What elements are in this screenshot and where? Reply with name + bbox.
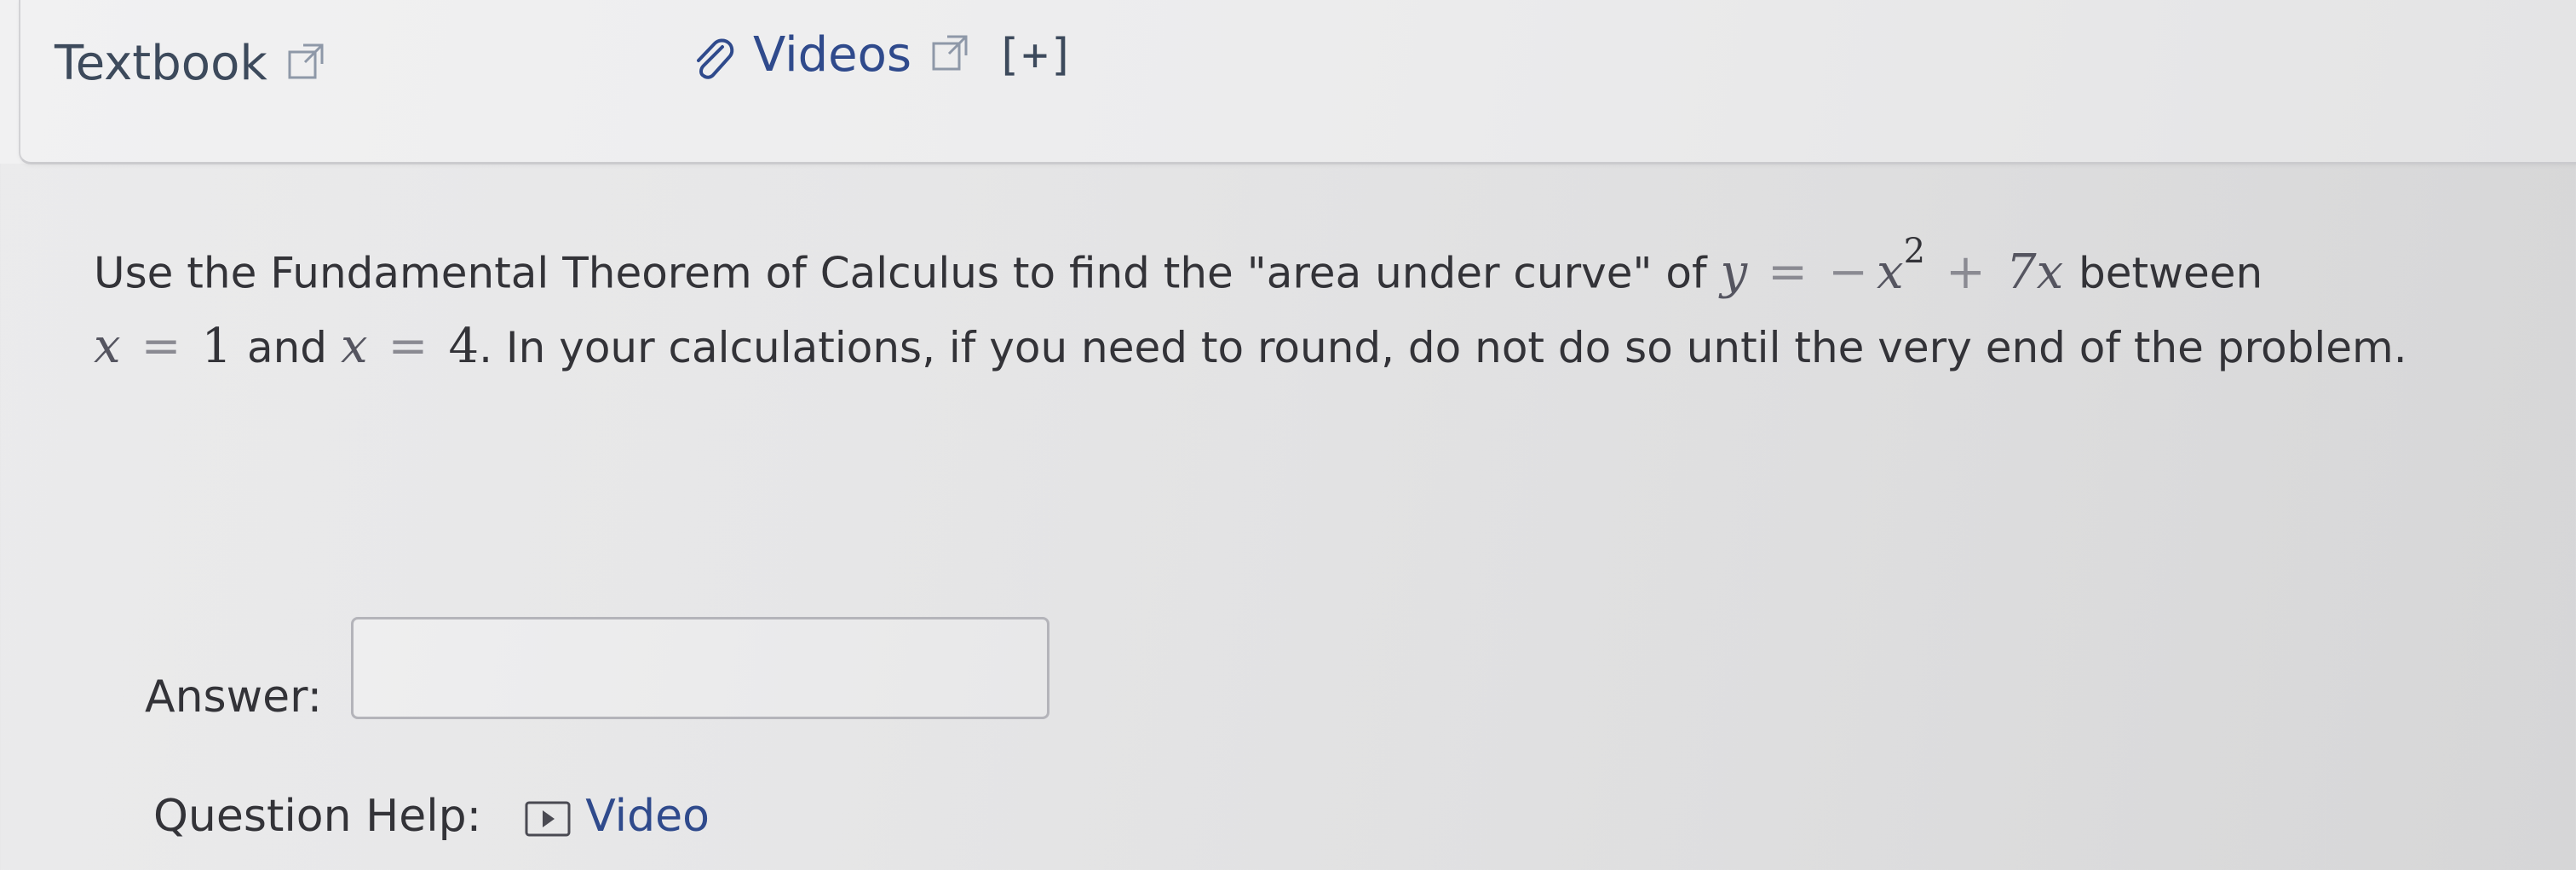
expand-resources-button[interactable]: [+] — [995, 30, 1075, 81]
question-rest: . In your calculations, if you need to r… — [479, 322, 2407, 372]
question-intro: Use the Fundamental Theorem of Calculus … — [94, 248, 1707, 298]
videos-label: Videos — [753, 27, 912, 83]
help-video-button[interactable]: Video — [524, 791, 710, 842]
help-video-label: Video — [585, 791, 710, 842]
bound1-val: 1 — [201, 318, 233, 374]
eq-minus: − — [1828, 244, 1868, 300]
lower-bound: x = 1 — [94, 319, 247, 374]
answer-label: Answer: — [145, 671, 323, 723]
question-text: Use the Fundamental Theorem of Calculus … — [94, 223, 2539, 384]
question-and: and — [246, 322, 328, 372]
function-equation: y = − x2 +7x — [1720, 232, 2079, 300]
eq-var: x — [1877, 244, 1904, 300]
eq-plus: + — [1946, 244, 1986, 300]
question-help: Question Help: Video — [153, 791, 710, 842]
resource-bar: Textbook Videos [+] — [0, 0, 2576, 164]
external-link-icon — [930, 29, 969, 70]
videos-link[interactable]: Videos — [753, 27, 969, 83]
bound2-var: x — [340, 318, 368, 374]
bound2-eq: = — [388, 318, 428, 374]
resource-bar-panel — [19, 0, 2576, 164]
play-icon — [524, 798, 572, 837]
external-link-icon — [286, 37, 325, 78]
paperclip-icon — [688, 35, 736, 83]
textbook-label: Textbook — [55, 36, 267, 91]
eq-equals: = — [1768, 244, 1808, 300]
textbook-link[interactable]: Textbook — [55, 36, 325, 91]
eq-lhs: y — [1720, 244, 1748, 300]
bound2-val: 4 — [448, 318, 480, 374]
bound1-eq: = — [141, 318, 181, 374]
answer-input[interactable] — [351, 617, 1049, 719]
bound1-var: x — [94, 318, 121, 374]
question-help-label: Question Help: — [153, 791, 482, 842]
eq-power: 2 — [1903, 232, 1926, 271]
eq-term: 7x — [2005, 244, 2064, 300]
question-between: between — [2079, 248, 2263, 298]
upper-bound: x = 4 — [341, 319, 479, 374]
videos-group: Videos [+] — [688, 27, 1075, 83]
